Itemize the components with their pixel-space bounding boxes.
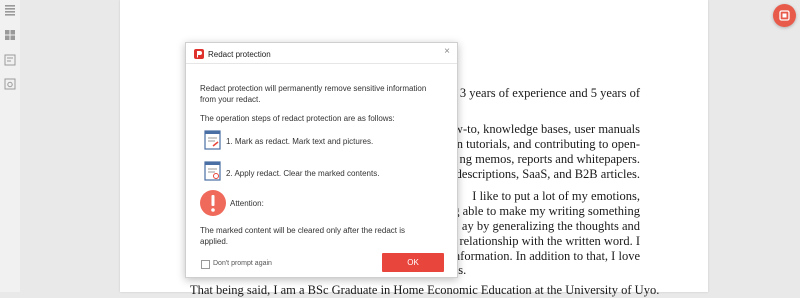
warning-icon: [200, 190, 226, 216]
doc-line: That being said, I am a BSc Graduate in …: [190, 283, 660, 297]
thumbnails-icon[interactable]: [4, 29, 16, 41]
attention-label: Attention:: [230, 199, 264, 208]
list-icon[interactable]: [4, 4, 16, 16]
apply-redact-icon: [204, 161, 221, 181]
close-icon[interactable]: ×: [442, 47, 452, 57]
search-panel-icon[interactable]: [4, 78, 16, 90]
step-2-text: 2. Apply redact. Clear the marked conten…: [226, 169, 380, 178]
edit-notes-icon[interactable]: [4, 54, 16, 66]
capture-icon: [779, 10, 790, 21]
steps-heading: The operation steps of redact protection…: [200, 114, 395, 123]
floating-action-button[interactable]: [773, 4, 796, 27]
app-logo-icon: [194, 49, 204, 59]
checkbox-label: Don't prompt again: [213, 260, 272, 267]
mark-redact-icon: [204, 130, 221, 150]
redact-protection-dialog: Redact protection × Redact protection wi…: [185, 42, 458, 278]
dont-prompt-checkbox[interactable]: [201, 260, 210, 269]
left-sidebar: [0, 0, 20, 292]
intro-text: Redact protection will permanently remov…: [200, 84, 427, 104]
ok-button[interactable]: OK: [382, 253, 444, 272]
dialog-title: Redact protection: [208, 50, 271, 59]
divider: [186, 63, 457, 64]
note-text: The marked content will be cleared only …: [200, 226, 405, 246]
step-1-text: 1. Mark as redact. Mark text and picture…: [226, 137, 374, 146]
